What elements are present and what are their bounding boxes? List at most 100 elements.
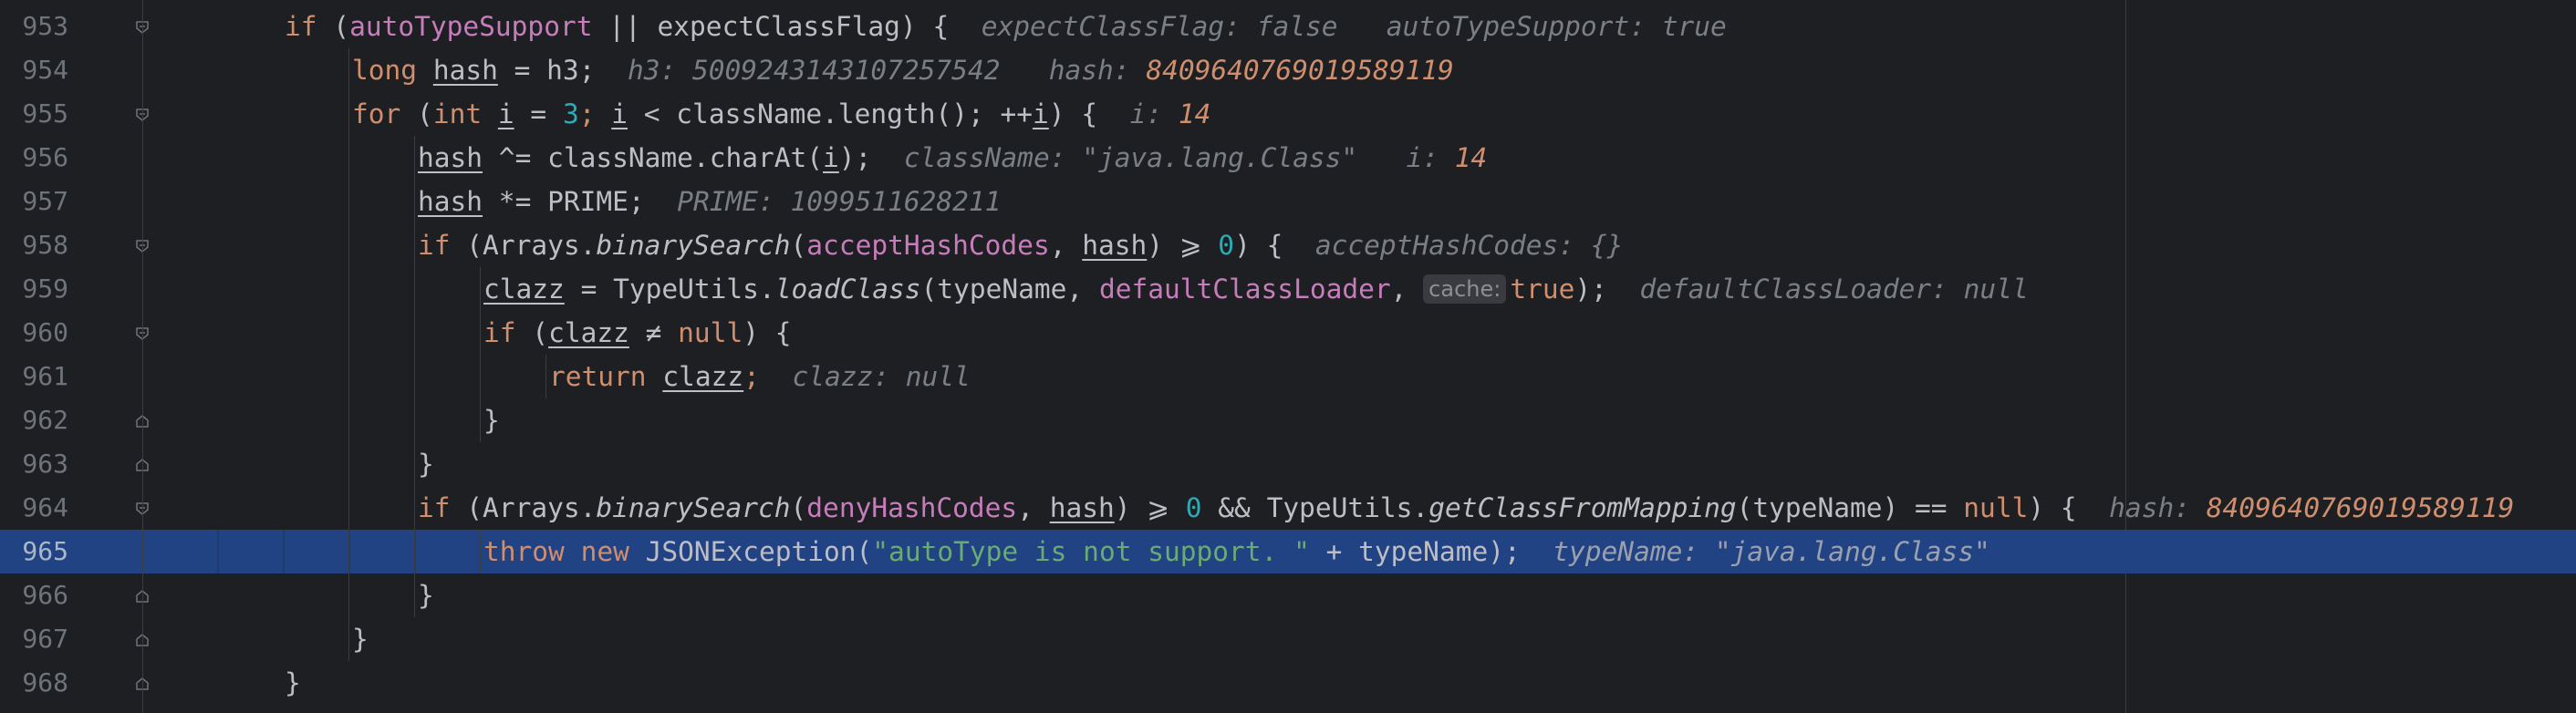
- variable-token: hash: [1082, 230, 1148, 261]
- line-number[interactable]: 965: [0, 530, 68, 574]
- code-line[interactable]: 953 if (autoTypeSupport || expectClassFl…: [0, 5, 2576, 48]
- hint-key: i:: [1129, 98, 1179, 129]
- code-line[interactable]: 955 for (int i = 3; i < className.length…: [0, 92, 2576, 136]
- line-number[interactable]: 960: [0, 311, 68, 355]
- fold-collapse-icon[interactable]: [135, 20, 149, 34]
- code-line[interactable]: 962 }: [0, 398, 2576, 442]
- code-text[interactable]: if (clazz ≠ null) {: [483, 311, 792, 355]
- code-text[interactable]: if (Arrays.binarySearch(acceptHashCodes,…: [418, 223, 1623, 267]
- code-token: ≠: [628, 317, 679, 348]
- inline-value-hint: defaultClassLoader: null: [1639, 274, 2029, 305]
- code-token: ) {: [1048, 98, 1098, 129]
- line-number[interactable]: 964: [0, 486, 68, 530]
- line-number[interactable]: 955: [0, 92, 68, 136]
- code-text[interactable]: }: [483, 398, 500, 442]
- code-line[interactable]: 960 if (clazz ≠ null) {: [0, 311, 2576, 355]
- keyword: new: [580, 536, 629, 567]
- code-line[interactable]: 956 hash ^= className.charAt(i); classNa…: [0, 136, 2576, 180]
- line-number[interactable]: 959: [0, 267, 68, 311]
- field-token: defaultClassLoader: [1098, 274, 1391, 305]
- variable-token: i: [497, 98, 514, 129]
- keyword: if: [418, 230, 451, 261]
- code-token: (Arrays.: [450, 492, 597, 523]
- line-number[interactable]: 963: [0, 442, 68, 486]
- line-number[interactable]: 961: [0, 355, 68, 398]
- line-number[interactable]: 962: [0, 398, 68, 442]
- code-text[interactable]: }: [418, 574, 434, 617]
- code-line[interactable]: 967 }: [0, 617, 2576, 661]
- code-line[interactable]: 966 }: [0, 574, 2576, 617]
- code-line[interactable]: 968 }: [0, 661, 2576, 705]
- code-text[interactable]: if (autoTypeSupport || expectClassFlag) …: [285, 5, 1727, 48]
- hint-changed-value: 14: [1178, 98, 1211, 129]
- line-number[interactable]: 958: [0, 223, 68, 267]
- fold-end-icon[interactable]: [135, 677, 149, 690]
- code-text[interactable]: }: [285, 661, 301, 705]
- code-token: ) {: [743, 317, 792, 348]
- code-token: }: [285, 667, 301, 698]
- hint-changed-value: 8409640769019589119: [2206, 492, 2515, 523]
- line-number[interactable]: 957: [0, 180, 68, 223]
- code-line[interactable]: 957 hash *= PRIME; PRIME: 1099511628211: [0, 180, 2576, 223]
- line-number[interactable]: 966: [0, 574, 68, 617]
- code-token: }: [418, 449, 434, 480]
- line-number[interactable]: 967: [0, 617, 68, 661]
- fold-end-icon[interactable]: [135, 633, 149, 646]
- number-token: 0: [1185, 492, 1202, 523]
- code-token: ,: [1390, 274, 1424, 305]
- code-editor[interactable]: 953 if (autoTypeSupport || expectClassFl…: [0, 0, 2576, 713]
- hint-key: i:: [1406, 142, 1455, 173]
- indent-guide: [283, 530, 285, 574]
- indent-guide: [348, 48, 349, 661]
- fold-end-icon[interactable]: [135, 458, 149, 471]
- parameter-name-hint: cache:: [1423, 274, 1507, 304]
- code-text[interactable]: hash *= PRIME; PRIME: 1099511628211: [418, 180, 1001, 223]
- keyword: if: [285, 11, 317, 42]
- line-number[interactable]: 956: [0, 136, 68, 180]
- code-token: (: [400, 98, 433, 129]
- code-text[interactable]: return clazz; clazz: null: [549, 355, 971, 398]
- line-number[interactable]: 968: [0, 661, 68, 705]
- code-token: ) {: [1234, 230, 1283, 261]
- code-line[interactable]: 959 clazz = TypeUtils.loadClass(typeName…: [0, 267, 2576, 311]
- code-text[interactable]: long hash = h3; h3: 5009243143107257542 …: [352, 48, 1454, 92]
- code-token: && TypeUtils.: [1201, 492, 1429, 523]
- code-line[interactable]: 961 return clazz; clazz: null: [0, 355, 2576, 398]
- code-line[interactable]: 954 long hash = h3; h3: 5009243143107257…: [0, 48, 2576, 92]
- inline-value-hint: i: 14: [1130, 98, 1211, 129]
- line-number[interactable]: 953: [0, 5, 68, 48]
- string-token: "autoType is not support. ": [872, 536, 1310, 567]
- fold-collapse-icon[interactable]: [135, 239, 149, 253]
- inline-value-hint: className: "java.lang.Class": [903, 142, 1358, 173]
- current-execution-line[interactable]: 965 throw new JSONException("autoType is…: [0, 530, 2576, 574]
- keyword: return: [549, 361, 647, 392]
- inline-value-hint: acceptHashCodes: {}: [1314, 230, 1624, 261]
- fold-collapse-icon[interactable]: [135, 108, 149, 121]
- code-text[interactable]: }: [352, 617, 369, 661]
- code-line[interactable]: 963 }: [0, 442, 2576, 486]
- inline-value-hint: typeName: "java.lang.Class": [1553, 536, 1990, 567]
- code-token: ;: [743, 361, 760, 392]
- fold-collapse-icon[interactable]: [135, 326, 149, 340]
- fold-end-icon[interactable]: [135, 589, 149, 603]
- code-token: (: [333, 11, 350, 42]
- field-token: acceptHashCodes: [806, 230, 1050, 261]
- field-token: autoTypeSupport: [349, 11, 593, 42]
- code-line[interactable]: 964 if (Arrays.binarySearch(denyHashCode…: [0, 486, 2576, 530]
- code-text[interactable]: throw new JSONException("autoType is not…: [483, 530, 1990, 574]
- number-token: 3: [562, 98, 579, 129]
- code-text[interactable]: hash ^= className.charAt(i); className: …: [418, 136, 1487, 180]
- variable-token: hash: [418, 142, 483, 173]
- inline-value-hint: clazz: null: [792, 361, 971, 392]
- fold-end-icon[interactable]: [135, 414, 149, 428]
- field-token: denyHashCodes: [806, 492, 1018, 523]
- inline-value-hint: h3: 5009243143107257542: [627, 55, 1001, 86]
- code-text[interactable]: for (int i = 3; i < className.length(); …: [352, 92, 1210, 136]
- fold-collapse-icon[interactable]: [135, 501, 149, 515]
- line-number[interactable]: 954: [0, 48, 68, 92]
- code-text[interactable]: }: [418, 442, 434, 486]
- code-text[interactable]: clazz = TypeUtils.loadClass(typeName, de…: [483, 267, 2029, 311]
- variable-token: hash: [1049, 492, 1115, 523]
- code-text[interactable]: if (Arrays.binarySearch(denyHashCodes, h…: [418, 486, 2514, 530]
- code-line[interactable]: 958 if (Arrays.binarySearch(acceptHashCo…: [0, 223, 2576, 267]
